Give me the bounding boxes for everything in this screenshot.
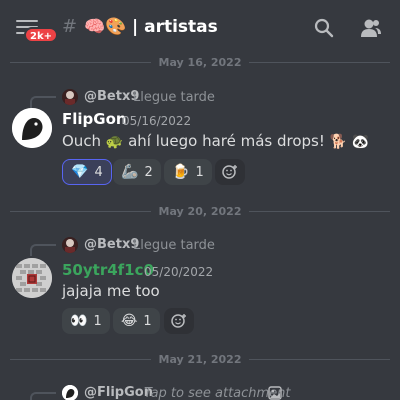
message-text-part: ahí luego haré más drops!	[128, 132, 325, 150]
timestamp: 05/16/2022	[122, 114, 192, 128]
reply-preview[interactable]: Llegue tarde	[133, 238, 215, 253]
turtle-emoji: 🐢	[105, 134, 124, 150]
add-reaction-button[interactable]	[215, 159, 245, 185]
reaction-button[interactable]: 👀 1	[62, 308, 110, 334]
reply-author[interactable]: @FlipGon	[84, 385, 153, 400]
gem-icon: 💎	[71, 164, 89, 180]
eyes-icon: 👀	[70, 313, 88, 329]
reply-connector	[30, 96, 56, 108]
channel-hash-icon: #	[62, 16, 78, 37]
reply-preview[interactable]: Llegue tarde	[133, 90, 215, 105]
add-reaction-button[interactable]	[164, 308, 194, 334]
beer-icon: 🍺	[172, 164, 190, 180]
reply-author[interactable]: @Betx9	[84, 237, 139, 252]
author-name[interactable]: FlipGon	[62, 110, 127, 128]
panda-emoji: 🐼	[351, 134, 370, 150]
reaction-count: 4	[94, 164, 103, 180]
avatar[interactable]	[12, 258, 52, 298]
reaction-count: 1	[143, 313, 152, 329]
timestamp: 05/20/2022	[144, 265, 214, 279]
author-name[interactable]: 50ytr4f1c0	[62, 261, 154, 279]
message-text: Ouch 🐢 ahí luego haré más drops! 🐕 🐼	[62, 132, 369, 150]
add-reaction-icon	[171, 314, 186, 328]
reaction-count: 1	[93, 313, 102, 329]
unread-badge: 2k+	[24, 27, 58, 43]
reply-author[interactable]: @Betx9	[84, 89, 139, 104]
reaction-button[interactable]: 🦾 2	[113, 159, 161, 185]
reaction-button[interactable]: 🍺 1	[164, 159, 212, 185]
members-icon[interactable]	[360, 18, 382, 38]
date-divider: May 20, 2022	[10, 203, 390, 219]
reply-connector	[30, 392, 56, 400]
reaction-button[interactable]: 💎 4	[62, 159, 112, 185]
dog-emoji: 🐕	[329, 134, 348, 150]
search-icon[interactable]	[314, 18, 334, 38]
joy-icon: 😂	[121, 313, 138, 329]
date-divider: May 21, 2022	[10, 351, 390, 367]
date-divider-label: May 21, 2022	[158, 352, 242, 366]
reaction-count: 1	[195, 164, 204, 180]
date-divider-label: May 20, 2022	[158, 204, 242, 218]
channel-emojis: 🧠🎨	[84, 17, 127, 37]
date-divider-label: May 16, 2022	[158, 55, 242, 69]
image-icon	[268, 386, 282, 400]
avatar[interactable]	[12, 108, 52, 148]
channel-title[interactable]: | artistas	[132, 17, 218, 37]
reply-avatar	[62, 385, 78, 400]
reaction-count: 2	[144, 164, 153, 180]
reaction-button[interactable]: 😂 1	[113, 308, 160, 334]
reply-avatar	[62, 237, 78, 253]
mech-arm-icon: 🦾	[121, 164, 139, 180]
add-reaction-icon	[222, 165, 237, 179]
channel-header: 2k+ # 🧠🎨 | artistas	[0, 0, 400, 56]
message-text-part: Ouch	[62, 132, 102, 150]
date-divider: May 16, 2022	[10, 54, 390, 70]
reply-connector	[30, 244, 56, 256]
message-text: jajaja me too	[62, 282, 160, 300]
reply-avatar	[62, 89, 78, 105]
